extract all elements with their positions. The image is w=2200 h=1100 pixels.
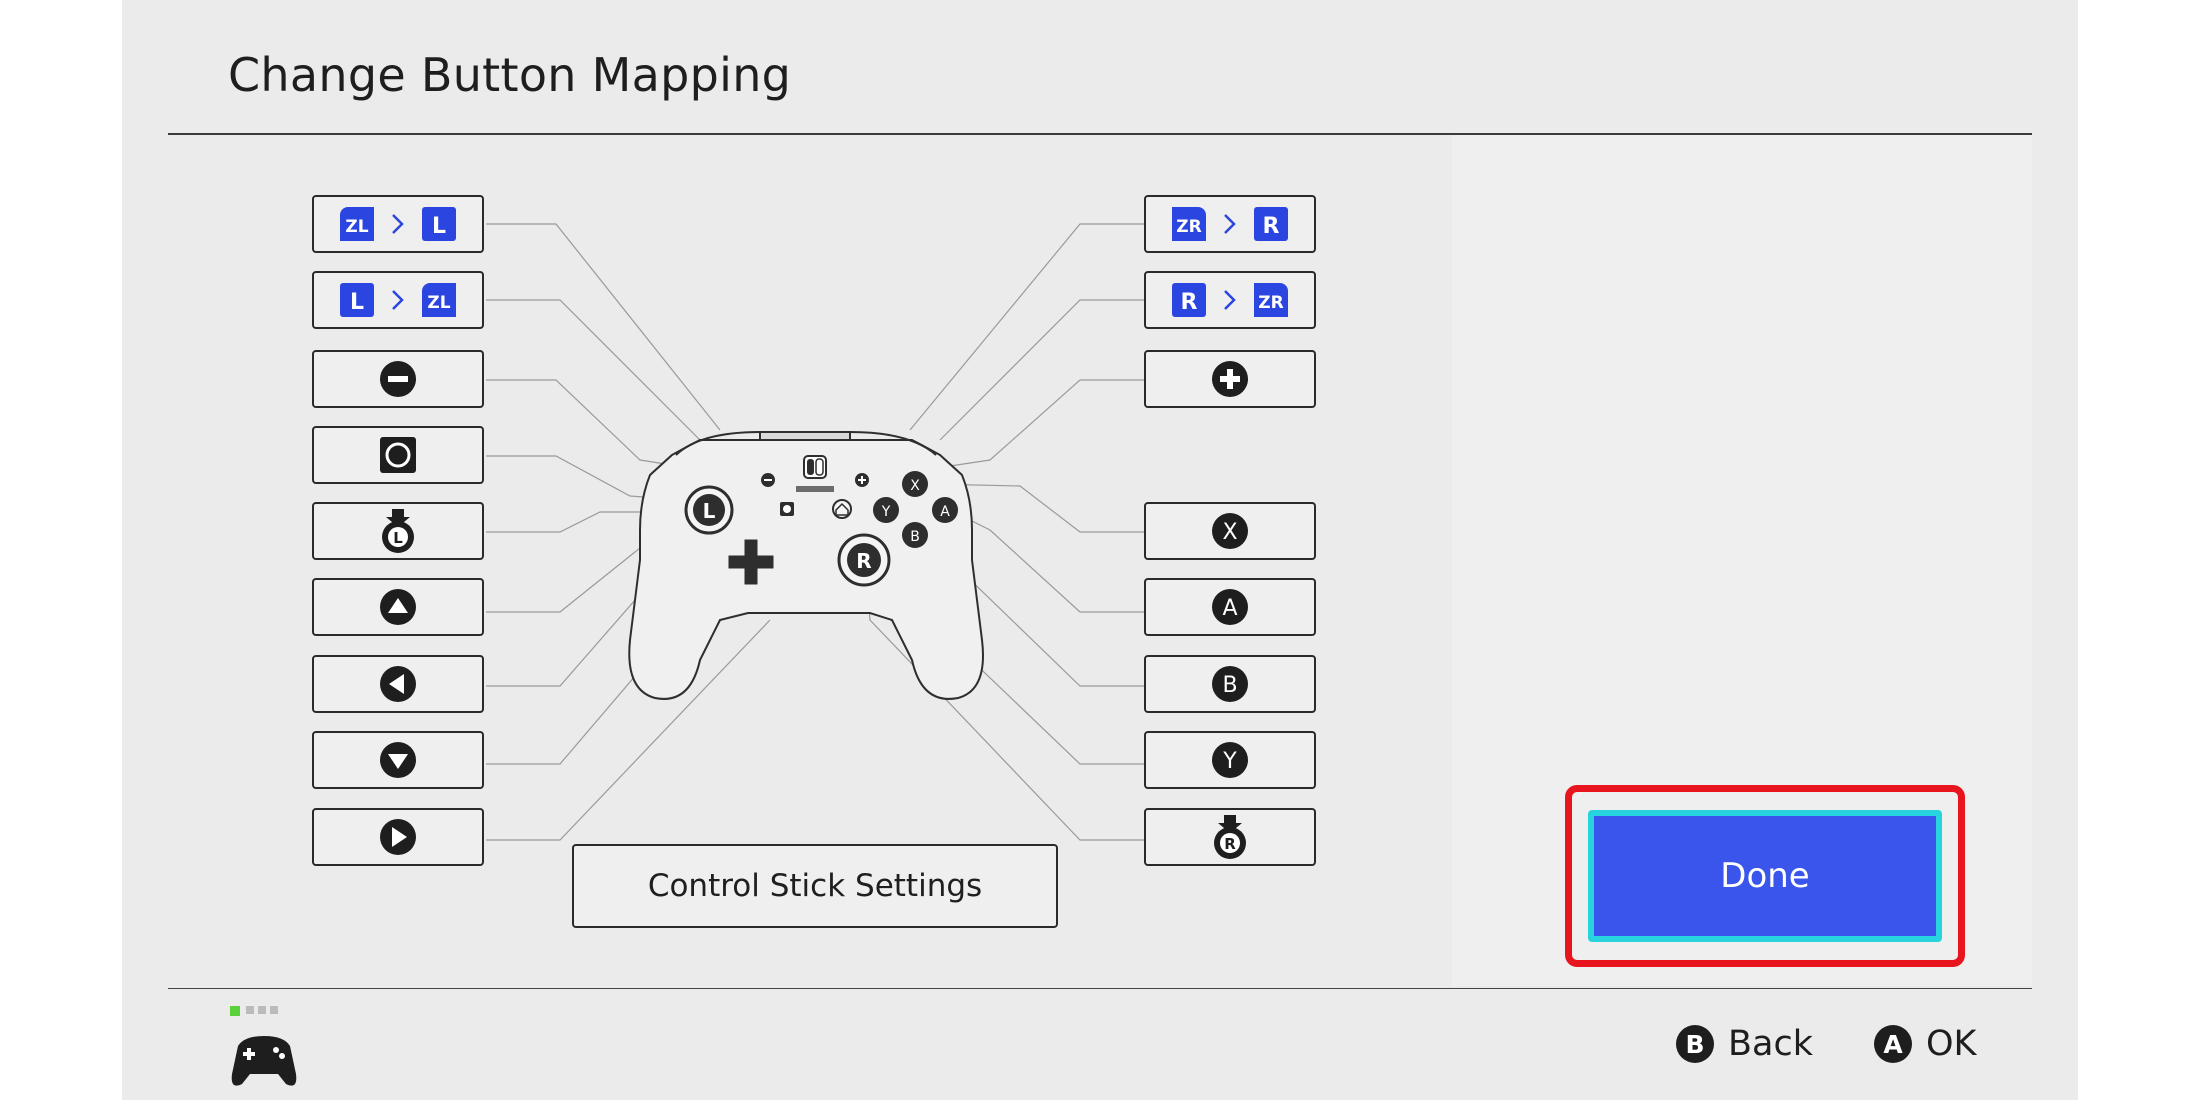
left-stick-press-icon: L: [382, 509, 414, 553]
control-stick-settings-button[interactable]: Control Stick Settings: [572, 844, 1058, 928]
r-icon: R: [1172, 283, 1206, 317]
controller-b-label: B: [910, 529, 920, 545]
b-button-icon: B: [1212, 666, 1248, 702]
right-stick-press-button[interactable]: R: [1144, 808, 1316, 866]
svg-text:R: R: [1181, 290, 1198, 315]
controller-x-label: X: [910, 478, 920, 494]
zl-icon: ZL: [340, 207, 374, 241]
zr-icon: ZR: [1172, 207, 1206, 241]
zr-icon: ZR: [1254, 283, 1288, 317]
back-label: Back: [1728, 1024, 1813, 1064]
arrow-left-icon: [380, 666, 416, 702]
b-button-icon: B: [1676, 1025, 1714, 1063]
svg-text:L: L: [393, 529, 403, 547]
ok-label: OK: [1926, 1024, 1977, 1064]
svg-text:X: X: [1222, 520, 1237, 545]
x-button-icon: X: [1212, 513, 1248, 549]
footer-controller: [224, 1004, 304, 1098]
ok-hint[interactable]: A OK: [1874, 1024, 1977, 1064]
svg-text:R: R: [1224, 835, 1236, 853]
svg-text:Y: Y: [1222, 749, 1237, 774]
chevron-right-icon: [1224, 214, 1236, 234]
plus-button[interactable]: [1144, 350, 1316, 408]
zr-to-r-button[interactable]: ZR R: [1144, 195, 1316, 253]
chevron-right-icon: [392, 290, 404, 310]
chevron-right-icon: [392, 214, 404, 234]
player-indicator-icon: [230, 1006, 297, 1086]
dpad-up-button[interactable]: [312, 578, 484, 636]
svg-text:ZL: ZL: [427, 293, 450, 313]
done-button[interactable]: Done: [1588, 810, 1942, 942]
arrow-right-icon: [380, 819, 416, 855]
right-stick-label: R: [856, 549, 871, 573]
svg-text:R: R: [1263, 214, 1280, 239]
left-stick-label: L: [703, 499, 716, 523]
right-stick-press-icon: R: [1214, 815, 1246, 859]
chevron-right-icon: [1224, 290, 1236, 310]
svg-text:ZR: ZR: [1258, 293, 1283, 313]
arrow-down-icon: [380, 742, 416, 778]
minus-button[interactable]: [312, 350, 484, 408]
a-button-icon: A: [1212, 589, 1248, 625]
controller-y-label: Y: [881, 504, 891, 520]
y-button-icon: Y: [1212, 742, 1248, 778]
left-stick-press-button[interactable]: L: [312, 502, 484, 560]
svg-text:ZR: ZR: [1176, 217, 1201, 237]
dpad-left-button[interactable]: [312, 655, 484, 713]
zl-to-l-button[interactable]: ZL L: [312, 195, 484, 253]
svg-text:B: B: [1222, 673, 1237, 698]
r-icon: R: [1254, 207, 1288, 241]
dpad-down-button[interactable]: [312, 731, 484, 789]
l-icon: L: [340, 283, 374, 317]
x-button[interactable]: X: [1144, 502, 1316, 560]
controller-icon: [231, 1036, 297, 1086]
zl-icon: ZL: [422, 283, 456, 317]
a-button[interactable]: A: [1144, 578, 1316, 636]
b-button[interactable]: B: [1144, 655, 1316, 713]
footer-divider: [168, 988, 2032, 989]
capture-icon: [380, 437, 416, 473]
l-to-zl-button[interactable]: L ZL: [312, 271, 484, 329]
svg-text:A: A: [1222, 596, 1237, 621]
arrow-up-icon: [380, 589, 416, 625]
a-button-icon: A: [1874, 1025, 1912, 1063]
svg-text:ZL: ZL: [345, 217, 368, 237]
controller-a-label: A: [940, 504, 950, 520]
minus-icon: [380, 361, 416, 397]
back-hint[interactable]: B Back: [1676, 1024, 1813, 1064]
control-stick-settings-label: Control Stick Settings: [647, 868, 983, 904]
y-button[interactable]: Y: [1144, 731, 1316, 789]
capture-button[interactable]: [312, 426, 484, 484]
r-to-zr-button[interactable]: R ZR: [1144, 271, 1316, 329]
svg-text:L: L: [350, 290, 364, 315]
done-label: Done: [1720, 856, 1810, 896]
l-icon: L: [422, 207, 456, 241]
dpad-right-button[interactable]: [312, 808, 484, 866]
plus-icon: [1212, 361, 1248, 397]
svg-text:L: L: [432, 214, 446, 239]
